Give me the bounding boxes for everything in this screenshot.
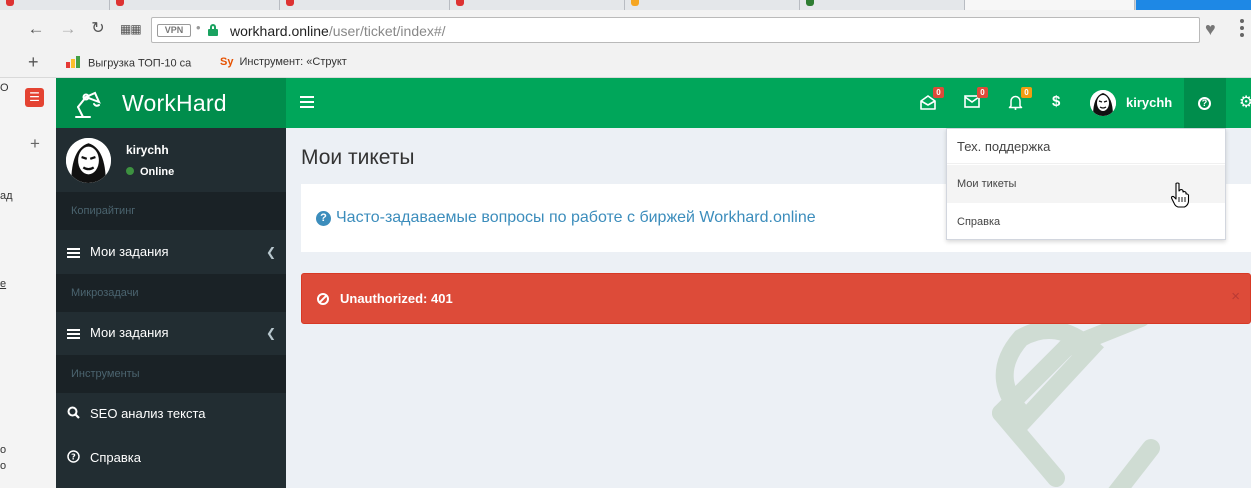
sidebar-item-seo-analysis[interactable]: SEO анализ текста <box>56 392 286 436</box>
sidebar-header-tools: Инструменты <box>56 355 286 393</box>
avatar <box>66 138 111 183</box>
speed-dial-grid-icon[interactable]: ▦▦ <box>120 19 142 39</box>
search-icon <box>66 393 80 437</box>
gear-icon[interactable]: ⚙ <box>1239 92 1251 112</box>
heart-bookmark-icon[interactable]: ♥ <box>1205 19 1216 40</box>
sidebar: kirychh Online Копирайтинг Мои задания ❮… <box>56 128 286 488</box>
notification-badge: 0 <box>933 87 944 98</box>
notification-badge: 0 <box>977 87 988 98</box>
sidebar-item-copywriting-tasks[interactable]: Мои задания ❮ <box>56 230 286 274</box>
sidebar-item-label: Мои задания <box>90 325 169 340</box>
sy-logo-icon: Sy <box>220 56 234 69</box>
url-path: /user/ticket/index#/ <box>328 23 446 39</box>
chevron-left-icon: ❮ <box>265 326 276 340</box>
sidebar-item-label: Справка <box>90 450 141 465</box>
browser-tab-active[interactable] <box>965 0 1135 10</box>
faq-link-text: Часто-задаваемые вопросы по работе с бир… <box>336 209 816 226</box>
menu-item-help[interactable]: Справка <box>947 203 1225 241</box>
brand-name: WorkHard <box>122 90 227 116</box>
question-circle-icon: ? <box>66 437 80 481</box>
online-status: Online <box>126 166 174 178</box>
edge-fragment: о <box>0 460 7 472</box>
close-icon[interactable]: × <box>1231 288 1240 305</box>
browser-tab-strip <box>0 0 1251 10</box>
edge-fragment: о <box>0 444 7 456</box>
browser-address-bar: ← → ↻ ▦▦ VPN • workhard.online/user/tick… <box>0 10 1251 48</box>
envelope-open-button[interactable]: 0 <box>906 78 950 128</box>
user-menu-toggle[interactable]: kirychh <box>1090 78 1184 128</box>
sidebar-header-microtasks: Микрозадачи <box>56 274 286 312</box>
back-arrow-icon[interactable]: ← <box>26 19 46 39</box>
user-panel: kirychh Online <box>56 128 286 192</box>
lamp-logo-icon <box>75 91 101 118</box>
top-navbar: 0 0 0 $ kirychh ? ⚙ <box>286 78 1251 128</box>
svg-text:?: ? <box>71 452 76 461</box>
notification-badge: 0 <box>1021 87 1032 98</box>
url-separator-dot: • <box>196 20 201 35</box>
bookmark-item[interactable]: Выгрузка ТОП-10 са <box>66 56 191 71</box>
page-title: Мои тикеты <box>301 146 415 169</box>
sidebar-item-help[interactable]: ? Справка <box>56 436 286 480</box>
alert-message: Unauthorized: 401 <box>340 291 453 306</box>
chevron-left-icon: ❮ <box>265 245 276 259</box>
url-field[interactable]: VPN • workhard.online/user/ticket/index#… <box>151 17 1200 43</box>
status-label: Online <box>140 166 175 178</box>
sidebar-item-label: Мои задания <box>90 244 169 259</box>
dropdown-header: Тех. поддержка <box>947 129 1225 164</box>
username: kirychh <box>1126 95 1173 110</box>
mask-avatar-icon <box>1090 90 1116 116</box>
question-circle-icon: ? <box>1198 97 1211 110</box>
sidebar-toggle-icon[interactable] <box>300 96 314 108</box>
bookmark-label: Инструмент: «Структ <box>239 56 347 68</box>
balance-dollar-icon[interactable]: $ <box>1052 93 1060 110</box>
help-menu-button[interactable]: ? <box>1184 78 1226 128</box>
add-bookmark-plus-icon[interactable]: + <box>28 52 39 73</box>
browser-tab[interactable] <box>800 0 965 10</box>
sidebar-header-copywriting: Копирайтинг <box>56 192 286 230</box>
bars-chart-icon <box>66 56 82 71</box>
lock-icon[interactable] <box>208 24 218 36</box>
status-dot-icon <box>126 167 134 175</box>
add-panel-plus-icon[interactable]: + <box>30 134 40 154</box>
url-text[interactable]: workhard.online/user/ticket/index#/ <box>230 23 446 39</box>
forward-arrow-icon[interactable]: → <box>58 19 78 39</box>
reload-icon[interactable]: ↻ <box>88 19 108 39</box>
browser-tab[interactable] <box>625 0 800 10</box>
edge-fragment: О <box>0 82 9 94</box>
question-circle-icon: ? <box>316 211 331 226</box>
bell-button[interactable]: 0 <box>994 78 1038 128</box>
sidebar-item-microtask-tasks[interactable]: Мои задания ❮ <box>56 311 286 355</box>
avatar <box>1090 90 1116 116</box>
bookmarks-bar: + Выгрузка ТОП-10 са Sy Инструмент: «Стру… <box>0 48 1251 78</box>
bookmark-item[interactable]: Sy Инструмент: «Структ <box>220 56 347 68</box>
ban-icon <box>317 293 329 305</box>
hand-pointer-cursor-icon <box>1170 182 1190 208</box>
browser-menu-icon[interactable] <box>1232 19 1251 39</box>
opera-sidebar-strip: ☰ + О ад е о о <box>0 78 56 488</box>
edge-fragment: е <box>0 278 7 290</box>
faq-link[interactable]: ? Часто-задаваемые вопросы по работе с би… <box>316 209 816 227</box>
edge-fragment: ад <box>0 190 13 202</box>
browser-tab[interactable] <box>0 0 110 10</box>
mask-avatar-icon <box>66 138 111 183</box>
sidebar-item-label: SEO анализ текста <box>90 406 206 421</box>
todoist-icon[interactable]: ☰ <box>25 88 44 107</box>
list-icon <box>66 312 80 356</box>
envelope-button[interactable]: 0 <box>950 78 994 128</box>
vpn-badge[interactable]: VPN <box>157 24 191 37</box>
browser-new-tab-area[interactable] <box>1136 0 1251 10</box>
browser-tab[interactable] <box>110 0 280 10</box>
sidebar-username: kirychh <box>126 143 169 157</box>
bookmark-label: Выгрузка ТОП-10 са <box>88 57 192 70</box>
url-host: workhard.online <box>230 23 329 39</box>
browser-tab[interactable] <box>280 0 450 10</box>
lamp-watermark-icon <box>992 318 1160 488</box>
error-alert: Unauthorized: 401 × <box>301 273 1251 324</box>
list-icon <box>66 231 80 275</box>
browser-tab[interactable] <box>450 0 625 10</box>
app-logo[interactable]: WorkHard <box>56 78 286 128</box>
